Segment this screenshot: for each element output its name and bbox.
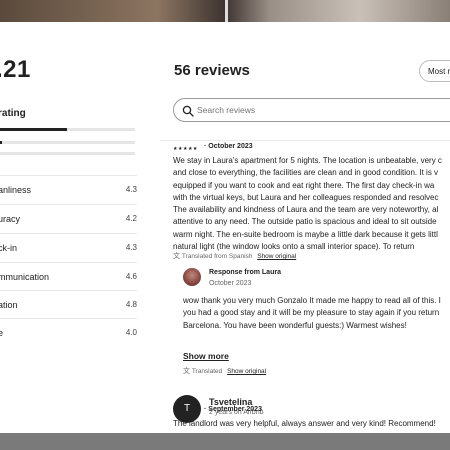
category-row-value: e 4.0 [0,318,137,347]
reviews-count-title: 56 reviews [174,62,250,79]
show-more-link[interactable]: Show more [183,351,229,361]
response-date: October 2023 [209,280,252,287]
reviews-modal: .21 rating anliness 4.3 uracy 4.2 ck-in … [0,22,450,433]
response-text-line: wow thank you very much Gonzalo It made … [183,296,441,305]
category-row-check-in: ck-in 4.3 [0,233,137,262]
category-label: ck-in [0,243,18,253]
list-divider [160,140,450,141]
review-stars: ★★★★★ [173,146,198,152]
search-reviews-box[interactable] [173,98,450,122]
star-bar [0,141,135,144]
photo-divider [225,0,228,22]
review-text-line: The availability and kindness of Laura a… [173,205,439,215]
response-text-line: you had a good stay and it will be my pl… [183,308,440,318]
review-text-line: equipped if you want to cook and eat rig… [173,180,435,190]
review-text: The landlord was very helpful, always an… [173,419,436,428]
review-stars: ★★★★★ [173,409,198,415]
search-input[interactable] [197,102,437,118]
category-label: mmunication [0,272,50,282]
host-avatar [183,268,201,286]
show-original-link[interactable]: Show original [257,253,296,260]
translated-from-label: Translated from Spanish [181,253,253,260]
review-text-line: warm night. The en-suite bedroom is mayb… [173,229,438,239]
backdrop [0,433,450,450]
translation-note: 文 Translated from Spanish Show original [173,251,296,261]
star-bar [0,152,135,155]
category-row-communication: mmunication 4.6 [0,262,137,291]
category-label: e [0,328,4,338]
category-score: 4.3 [125,243,137,252]
category-score: 4.2 [125,214,137,223]
response-text-line: Barcelona. You have been wonderful guest… [183,320,407,330]
category-label: ation [0,300,18,310]
overall-rating: .21 [0,56,31,83]
review-text-line: with the virtual keys, but Laura and her… [173,192,439,202]
listing-photo-strip [0,0,450,22]
review-text-line: We stay in Laura's apartment for 5 night… [173,156,442,165]
review-text: We stay in Laura's apartment for 5 night… [173,155,442,253]
search-icon [182,105,194,117]
translated-label: Translated [191,368,223,375]
category-row-cleanliness: anliness 4.3 [0,175,137,204]
category-score: 4.3 [125,185,137,194]
show-original-link[interactable]: Show original [227,368,266,375]
review-date: · September 2023 [204,406,262,413]
response-title: Response from Laura [209,269,281,276]
overall-rating-bar-fill [0,128,67,131]
translate-icon: 文 [183,368,190,375]
category-label: uracy [0,214,21,224]
review-text-line: and close to everything, the facilities … [173,168,439,178]
response-text: wow thank you very much Gonzalo It made … [183,295,441,332]
category-row-accuracy: uracy 4.2 [0,204,137,233]
translate-icon: 文 [173,253,180,260]
category-score: 4.8 [125,300,137,309]
sort-dropdown[interactable]: Most re [419,60,450,82]
overall-rating-label: rating [0,108,26,119]
review-date: · October 2023 [204,143,253,150]
review-text-line: attentive to any need. The outside patio… [173,217,437,227]
overall-rating-bar [0,128,135,131]
category-score: 4.0 [125,328,137,337]
translation-note: 文 Translated Show original [183,366,266,376]
category-row-location: ation 4.8 [0,290,137,319]
category-label: anliness [0,185,32,195]
star-bar-fill [0,141,3,144]
category-score: 4.6 [125,272,137,281]
